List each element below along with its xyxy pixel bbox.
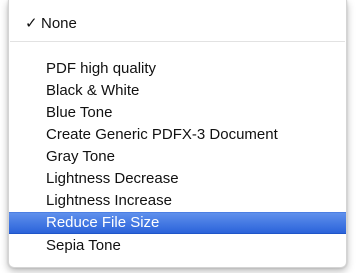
menu-item-create-generic-pdfx3[interactable]: Create Generic PDFX-3 Document xyxy=(9,124,346,145)
menu-item-label: Black & White xyxy=(46,82,140,99)
menu-item-gray-tone[interactable]: Gray Tone xyxy=(9,146,346,167)
menu-item-lightness-decrease[interactable]: Lightness Decrease xyxy=(9,168,346,189)
menu-item-label: Sepia Tone xyxy=(46,237,121,254)
quartz-filter-dropdown-menu: ✓ None PDF high quality Black & White Blu… xyxy=(8,0,347,268)
checkmark-icon: ✓ xyxy=(25,15,38,32)
menu-item-label: None xyxy=(41,15,77,32)
menu-item-label: Gray Tone xyxy=(46,148,115,165)
menu-item-none[interactable]: ✓ None xyxy=(9,13,346,34)
menu-item-label: Create Generic PDFX-3 Document xyxy=(46,126,278,143)
menu-item-black-white[interactable]: Black & White xyxy=(9,80,346,101)
menu-item-reduce-file-size[interactable]: Reduce File Size xyxy=(9,212,346,234)
menu-item-sepia-tone[interactable]: Sepia Tone xyxy=(9,235,346,256)
menu-item-label: Reduce File Size xyxy=(46,214,160,231)
menu-item-pdf-high-quality[interactable]: PDF high quality xyxy=(9,58,346,79)
menu-item-label: Lightness Increase xyxy=(46,192,172,209)
menu-item-blue-tone[interactable]: Blue Tone xyxy=(9,102,346,123)
menu-item-lightness-increase[interactable]: Lightness Increase xyxy=(9,190,346,211)
menu-item-label: PDF high quality xyxy=(46,60,157,77)
menu-item-label: Blue Tone xyxy=(46,104,113,121)
menu-item-label: Lightness Decrease xyxy=(46,170,179,187)
menu-separator xyxy=(10,41,345,42)
